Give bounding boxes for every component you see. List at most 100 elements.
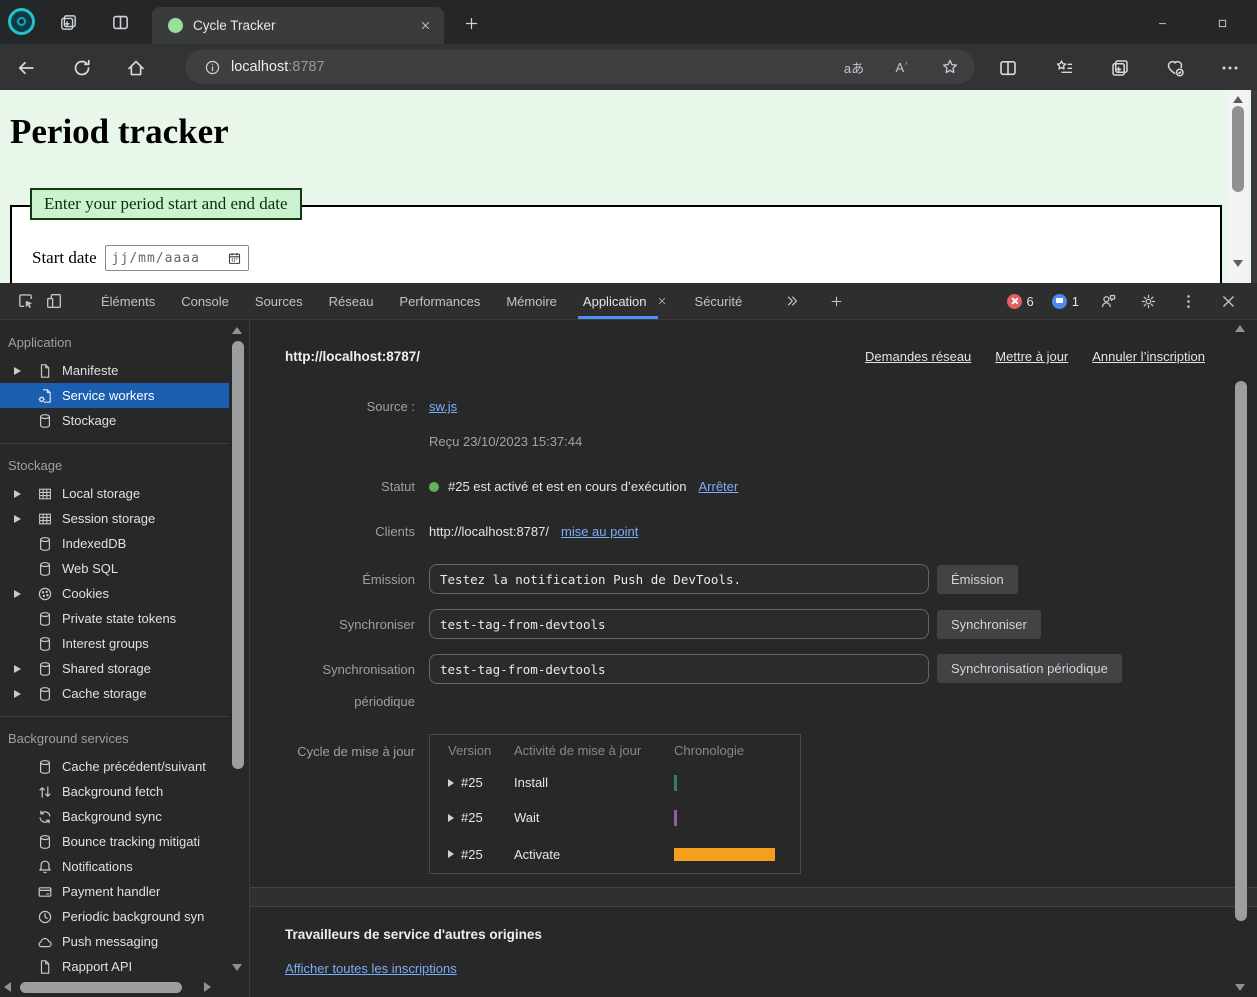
sidebar-item-background-sync[interactable]: Background sync [0, 804, 229, 829]
sidebar-item-interest-groups[interactable]: Interest groups [0, 631, 229, 656]
scroll-down-arrow[interactable] [232, 964, 242, 971]
push-input[interactable] [429, 564, 929, 594]
sidebar-section-background-services: Background services [0, 723, 229, 754]
device-toolbar-icon[interactable] [40, 288, 68, 314]
sidebar-item-local-storage[interactable]: Local storage [0, 481, 229, 506]
more-tabs-icon[interactable] [781, 290, 803, 312]
sidebar-item-session-storage[interactable]: Session storage [0, 506, 229, 531]
sidebar-vertical-scrollbar[interactable] [230, 325, 245, 971]
expander-icon[interactable] [448, 814, 454, 822]
sidebar-item-indexeddb[interactable]: IndexedDB [0, 531, 229, 556]
translate-icon[interactable]: aあ [841, 54, 867, 80]
sidebar-item-payment-handler[interactable]: Payment handler [0, 879, 229, 904]
sidebar-item-stockage[interactable]: Stockage [0, 408, 229, 433]
see-all-registrations-link[interactable]: Afficher toutes les inscriptions [285, 961, 457, 976]
kebab-menu-icon[interactable] [1177, 290, 1199, 312]
tab-close-icon[interactable] [416, 17, 434, 35]
scroll-right-arrow[interactable] [204, 982, 211, 992]
tab-elements[interactable]: Éléments [88, 283, 168, 319]
sidebar-item-back-forward-cache[interactable]: Cache précédent/suivant [0, 754, 229, 779]
page-scrollbar[interactable] [1228, 90, 1248, 283]
scroll-thumb[interactable] [1235, 381, 1247, 921]
issue-badge[interactable]: 1 [1052, 294, 1079, 309]
scroll-thumb[interactable] [232, 341, 244, 769]
back-icon[interactable] [14, 56, 38, 80]
tab-security[interactable]: Sécurité [682, 283, 756, 319]
read-aloud-icon[interactable]: Aʾ [889, 54, 915, 80]
split-screen-icon[interactable] [996, 56, 1020, 80]
tab-memory[interactable]: Mémoire [493, 283, 570, 319]
tab-application-close-icon[interactable] [655, 294, 669, 308]
sidebar-item-background-fetch[interactable]: Background fetch [0, 779, 229, 804]
periodic-sync-input[interactable] [429, 654, 929, 684]
start-date-input[interactable]: jj/mm/aaaa [105, 245, 249, 271]
maximize-button[interactable] [1211, 12, 1233, 34]
sync-input[interactable] [429, 609, 929, 639]
sidebar-item-service-workers[interactable]: Service workers [0, 383, 229, 408]
vertical-tabs-icon[interactable] [108, 10, 132, 34]
sidebar-item-reporting-api[interactable]: Rapport API [0, 954, 229, 979]
settings-menu-icon[interactable] [1218, 56, 1242, 80]
table-row-wait[interactable]: #25 Wait [430, 800, 800, 835]
expander-icon[interactable] [448, 850, 454, 858]
tab-performance[interactable]: Performances [386, 283, 493, 319]
calendar-icon[interactable] [227, 251, 242, 266]
network-requests-link[interactable]: Demandes réseau [865, 349, 971, 364]
workspaces-icon[interactable] [56, 10, 80, 34]
favorite-star-icon[interactable] [937, 54, 963, 80]
periodic-sync-button[interactable]: Synchronisation périodique [937, 654, 1122, 683]
push-button[interactable]: Émission [937, 565, 1018, 594]
sidebar-item-bounce-tracking[interactable]: Bounce tracking mitigati [0, 829, 229, 854]
sidebar-item-push-messaging[interactable]: Push messaging [0, 929, 229, 954]
browser-tab[interactable]: Cycle Tracker [152, 7, 444, 44]
sidebar-item-notifications[interactable]: Notifications [0, 854, 229, 879]
tab-sources[interactable]: Sources [242, 283, 316, 319]
stop-link[interactable]: Arrêter [698, 479, 738, 494]
sidebar-horizontal-scrollbar[interactable] [0, 980, 229, 995]
tab-network[interactable]: Réseau [316, 283, 387, 319]
scroll-up-arrow[interactable] [1235, 325, 1245, 332]
sidebar-item-cache-storage[interactable]: Cache storage [0, 681, 229, 706]
sidebar-item-periodic-background-sync[interactable]: Periodic background syn [0, 904, 229, 929]
address-bar[interactable]: localhost :8787 aあ Aʾ [185, 50, 975, 84]
scroll-down-arrow[interactable] [1233, 260, 1243, 267]
gear-icon[interactable] [1137, 290, 1159, 312]
scroll-up-arrow[interactable] [232, 327, 242, 334]
sidebar-item-shared-storage[interactable]: Shared storage [0, 656, 229, 681]
inspect-element-icon[interactable] [12, 288, 40, 314]
focus-link[interactable]: mise au point [561, 524, 638, 539]
source-file-link[interactable]: sw.js [429, 399, 457, 414]
unregister-link[interactable]: Annuler l’inscription [1092, 349, 1205, 364]
scroll-left-arrow[interactable] [4, 982, 11, 992]
site-info-icon[interactable] [201, 56, 223, 78]
tab-console[interactable]: Console [168, 283, 242, 319]
home-icon[interactable] [124, 56, 148, 80]
table-row-activate[interactable]: #25 Activate [430, 835, 800, 873]
collections-icon[interactable] [1108, 56, 1132, 80]
sidebar-item-web-sql[interactable]: Web SQL [0, 556, 229, 581]
error-badge[interactable]: 6 [1007, 294, 1034, 309]
update-link[interactable]: Mettre à jour [995, 349, 1068, 364]
scroll-thumb[interactable] [20, 982, 182, 993]
sidebar-item-manifeste[interactable]: Manifeste [0, 358, 229, 383]
add-panel-icon[interactable] [825, 290, 847, 312]
favorites-icon[interactable] [1053, 56, 1077, 80]
minimize-button[interactable] [1151, 12, 1173, 34]
refresh-icon[interactable] [70, 56, 94, 80]
up-down-arrows-icon [36, 783, 53, 800]
browser-logo-icon[interactable] [8, 8, 35, 35]
browser-essentials-icon[interactable] [1163, 56, 1187, 80]
scroll-thumb[interactable] [1232, 106, 1244, 192]
devtools-vertical-scrollbar[interactable] [1233, 321, 1248, 997]
tab-application[interactable]: Application [570, 283, 682, 319]
sync-button[interactable]: Synchroniser [937, 610, 1041, 639]
sidebar-item-cookies[interactable]: Cookies [0, 581, 229, 606]
profile-feedback-icon[interactable] [1097, 290, 1119, 312]
table-row-install[interactable]: #25 Install [430, 765, 800, 800]
scroll-down-arrow[interactable] [1235, 984, 1245, 991]
expander-icon[interactable] [448, 779, 454, 787]
scroll-up-arrow[interactable] [1233, 96, 1243, 103]
sidebar-item-private-state-tokens[interactable]: Private state tokens [0, 606, 229, 631]
devtools-close-icon[interactable] [1217, 290, 1239, 312]
new-tab-button[interactable] [460, 12, 482, 34]
